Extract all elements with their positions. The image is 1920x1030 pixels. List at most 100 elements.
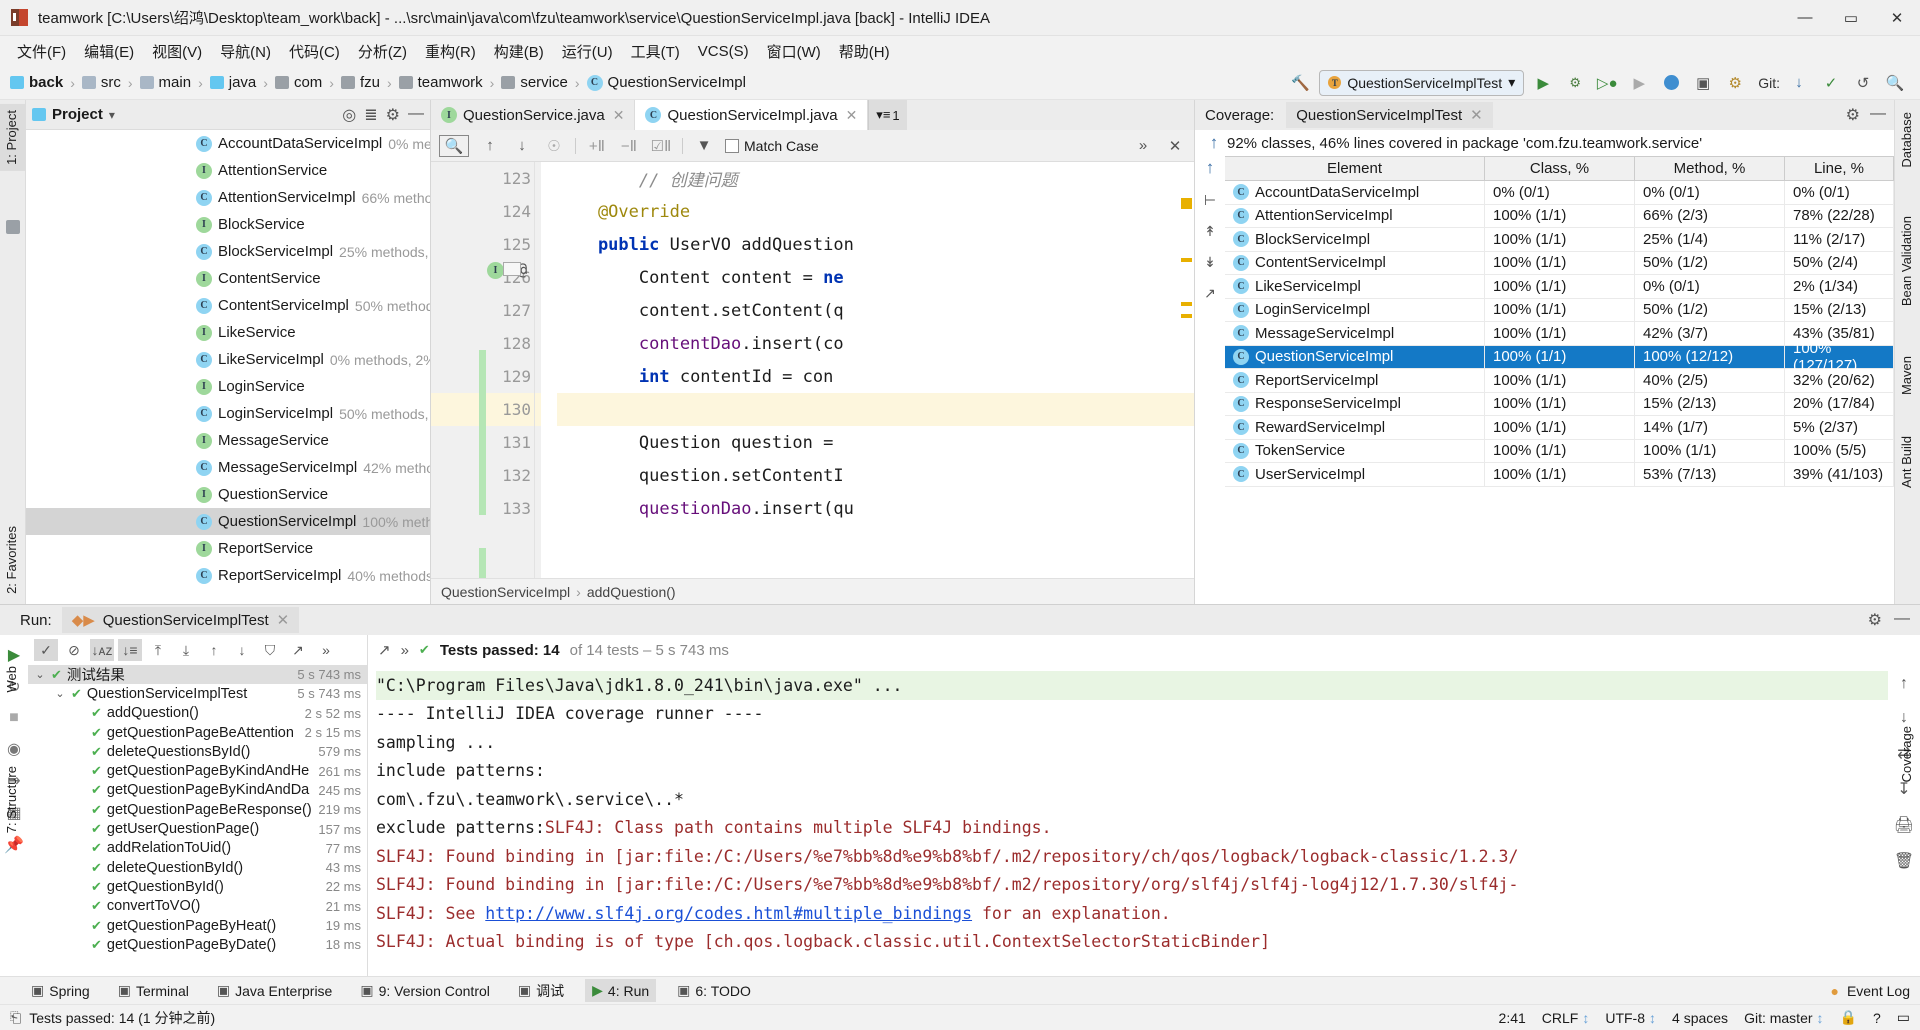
editor-gutter[interactable]: I ↑ @ 123124125126127128129130131132133: [431, 162, 541, 578]
breadcrumb-com[interactable]: com: [271, 72, 326, 93]
project-tree-item[interactable]: I LikeService: [26, 319, 430, 346]
editor-marker-bar[interactable]: [1180, 162, 1194, 578]
hide-icon[interactable]: —: [1894, 610, 1910, 630]
encoding[interactable]: UTF-8 ↕: [1605, 1010, 1656, 1026]
show-passed-toggle[interactable]: ✓: [34, 639, 58, 661]
more-options-icon[interactable]: »: [314, 639, 338, 661]
coverage-table-row[interactable]: C AccountDataServiceImpl 0% (0/1) 0% (0/1) 0…: [1225, 181, 1894, 205]
find-next-icon[interactable]: ↓: [511, 137, 533, 154]
test-results-tree[interactable]: ⌄ ✔ 测试结果 5 s 743 ms ⌄ ✔ QuestionServiceImplTes…: [28, 665, 367, 976]
export-down-icon[interactable]: ↡: [1204, 254, 1216, 271]
coverage-table-row[interactable]: C LikeServiceImpl 100% (1/1) 0% (0/1) 2% (1/…: [1225, 275, 1894, 299]
git-branch[interactable]: Git: master ↕: [1744, 1010, 1823, 1026]
expand-all-button[interactable]: ⤒: [146, 639, 170, 661]
breadcrumb-src[interactable]: src: [78, 72, 125, 93]
flatten-packages-icon[interactable]: ⊢: [1204, 192, 1216, 209]
sidebar-item-bean-validation[interactable]: Bean Validation: [1895, 210, 1920, 312]
code-line[interactable]: content.setContent(q: [557, 294, 1194, 327]
code-line[interactable]: int contentId = con: [557, 360, 1194, 393]
column-header-class[interactable]: Class, %: [1485, 157, 1635, 180]
select-all-occurrences-icon[interactable]: ☉: [543, 137, 565, 155]
search-icon[interactable]: 🔍: [439, 134, 469, 157]
match-case-checkbox[interactable]: Match Case: [725, 138, 819, 154]
project-tree-item[interactable]: I ReportService: [26, 535, 430, 562]
indent-setting[interactable]: 4 spaces: [1672, 1010, 1728, 1026]
code-editor[interactable]: I ↑ @ 123124125126127128129130131132133 …: [431, 162, 1194, 578]
settings-button[interactable]: ⚙: [1722, 70, 1748, 96]
code-line[interactable]: public UserVO addQuestion: [557, 228, 1194, 261]
test-tree-item[interactable]: ✔ getQuestionPageBeResponse() 219 ms: [28, 800, 367, 819]
code-line[interactable]: [557, 393, 1194, 426]
test-tree-item[interactable]: ✔ getQuestionPageByKindAndHe 261 ms: [28, 761, 367, 780]
menu-tools[interactable]: 工具(T): [622, 38, 689, 65]
project-tree-item[interactable]: C ContentServiceImpl 50% methods, 50%: [26, 292, 430, 319]
test-tree-item[interactable]: ✔ deleteQuestionById() 43 ms: [28, 858, 367, 877]
menu-vcs[interactable]: VCS(S): [689, 40, 758, 63]
warning-marker[interactable]: [1181, 198, 1192, 209]
breadcrumb-teamwork[interactable]: teamwork: [395, 72, 487, 93]
search-everywhere-button[interactable]: ▣: [1690, 70, 1716, 96]
warning-marker[interactable]: [1181, 302, 1192, 306]
caret-position[interactable]: 2:41: [1499, 1010, 1526, 1026]
hide-icon[interactable]: —: [1870, 105, 1886, 125]
project-tree-item[interactable]: C AccountDataServiceImpl 0% methods, 0: [26, 130, 430, 157]
project-tree-item[interactable]: I AttentionService: [26, 157, 430, 184]
locate-icon[interactable]: ◎: [342, 105, 356, 125]
coverage-table-row[interactable]: C AttentionServiceImpl 100% (1/1) 66% (2/3)…: [1225, 204, 1894, 228]
menu-view[interactable]: 视图(V): [143, 38, 211, 65]
sidebar-item-project[interactable]: 1: Project: [0, 104, 26, 171]
sidebar-item-web[interactable]: Web: [0, 660, 26, 699]
project-tree-item[interactable]: C LikeServiceImpl 0% methods, 2% lines c: [26, 346, 430, 373]
more-icon[interactable]: »: [401, 642, 409, 659]
help-icon[interactable]: ?: [1873, 1010, 1881, 1026]
export-icon[interactable]: ↗: [378, 641, 391, 659]
prev-failed-test-button[interactable]: ↑: [202, 639, 226, 661]
hidden-tabs-badge[interactable]: ▾≡ 1: [868, 100, 907, 130]
console-output[interactable]: "C:\Program Files\Java\jdk1.8.0_241\bin\…: [368, 665, 1888, 976]
console-link[interactable]: http://www.slf4j.org/codes.html#multiple…: [485, 904, 972, 923]
close-icon[interactable]: ✕: [846, 107, 858, 124]
collapse-all-icon[interactable]: ≣: [364, 105, 377, 125]
chevron-down-icon[interactable]: ▾: [109, 108, 115, 122]
breadcrumb-class[interactable]: C QuestionServiceImpl: [583, 72, 750, 93]
close-icon[interactable]: ✕: [613, 107, 625, 124]
up-arrow-icon[interactable]: ↑: [1900, 675, 1908, 693]
coverage-table-row[interactable]: C ResponseServiceImpl 100% (1/1) 15% (2/13)…: [1225, 392, 1894, 416]
code-line[interactable]: contentDao .insert(co: [557, 327, 1194, 360]
coverage-tab[interactable]: QuestionServiceImplTest ✕: [1286, 102, 1493, 128]
column-header-line[interactable]: Line, %: [1785, 157, 1894, 180]
coverage-table-row[interactable]: C TokenService 100% (1/1) 100% (1/1) 100% (5…: [1225, 439, 1894, 463]
code-line[interactable]: @Override: [557, 195, 1194, 228]
coverage-table-row[interactable]: C QuestionServiceImpl 100% (1/1) 100% (12/1…: [1225, 340, 1894, 374]
code-line[interactable]: Content content = ne: [557, 261, 1194, 294]
coverage-table[interactable]: Element Class, % Method, % Line, % C Acco…: [1225, 156, 1894, 604]
menu-code[interactable]: 代码(C): [280, 38, 349, 65]
footer-class-name[interactable]: QuestionServiceImpl: [441, 584, 570, 600]
line-separator[interactable]: CRLF ↕: [1542, 1010, 1590, 1026]
gear-icon[interactable]: ⚙: [386, 105, 400, 125]
project-tree-item[interactable]: C MessageServiceImpl 42% methods, 43%: [26, 454, 430, 481]
run-configuration-selector[interactable]: T QuestionServiceImplTest ▾: [1319, 69, 1525, 96]
editor-tab-questionserviceimpl[interactable]: C QuestionServiceImpl.java ✕: [635, 100, 869, 130]
show-ignored-toggle[interactable]: ⊘: [62, 639, 86, 661]
git-update-button[interactable]: ↓: [1786, 70, 1812, 96]
toolwindow-button--[interactable]: ▣ 调试: [511, 978, 571, 1004]
debug-button[interactable]: ⚙: [1562, 70, 1588, 96]
lock-icon[interactable]: 🔒: [1840, 1009, 1857, 1026]
test-tree-item[interactable]: ✔ getQuestionPageByDate() 18 ms: [28, 935, 367, 954]
toolwindow-button-4-run[interactable]: ▶ 4: Run: [585, 979, 657, 1002]
check-line-icon[interactable]: ☑Ⅱ: [650, 137, 672, 155]
menu-refactor[interactable]: 重构(R): [416, 38, 485, 65]
coverage-button[interactable]: ◉: [7, 739, 21, 759]
status-message[interactable]: Tests passed: 14 (1 分钟之前): [29, 1008, 215, 1028]
external-link-icon[interactable]: ↗: [1204, 285, 1216, 302]
chevron-down-icon[interactable]: ⌄: [54, 687, 66, 700]
hammer-icon[interactable]: 🔨: [1287, 70, 1313, 96]
test-tree-item[interactable]: ✔ getQuestionPageBeAttention 2 s 15 ms: [28, 723, 367, 742]
coverage-table-row[interactable]: C ContentServiceImpl 100% (1/1) 50% (1/2) 50…: [1225, 251, 1894, 275]
test-tree-item[interactable]: ✔ addQuestion() 2 s 52 ms: [28, 704, 367, 723]
menu-file[interactable]: 文件(F): [8, 38, 75, 65]
editor-tab-questionservice[interactable]: I QuestionService.java ✕: [431, 100, 636, 130]
gear-icon[interactable]: ⚙: [1868, 610, 1882, 630]
toolwindow-button-java-enterprise[interactable]: ▣ Java Enterprise: [210, 979, 340, 1002]
